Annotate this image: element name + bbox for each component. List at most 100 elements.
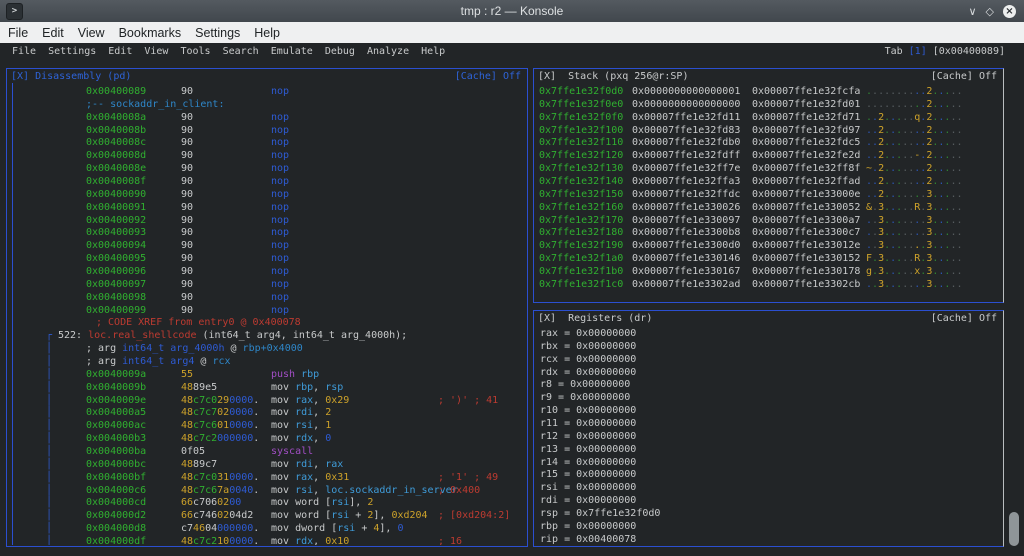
stack-row[interactable]: 0x7ffe1e32f1300x00007ffe1e32ff7e0x00007f… (535, 162, 1002, 175)
register-row[interactable]: rax = 0x00000000 (535, 327, 1002, 340)
menubar-item-settings[interactable]: Settings (195, 26, 240, 40)
stack-row[interactable]: 0x7ffe1e32f1100x00007ffe1e32fdb00x00007f… (535, 136, 1002, 149)
register-row[interactable]: rbx = 0x00000000 (535, 340, 1002, 353)
stack-row[interactable]: 0x7ffe1e32f1700x00007ffe1e3300970x00007f… (535, 214, 1002, 227)
disasm-row[interactable]: 0x0040009190nop (8, 201, 526, 214)
disasm-row[interactable]: 0x0040009790nop (8, 278, 526, 291)
disasm-row[interactable]: 0x0040009290nop (8, 214, 526, 227)
register-row[interactable]: r15 = 0x00000000 (535, 468, 1002, 481)
register-row[interactable]: r13 = 0x00000000 (535, 443, 1002, 456)
disasm-row[interactable]: 0x0040009090nop (8, 188, 526, 201)
disasm-row[interactable]: │0x0040009a55push rbp (8, 368, 526, 381)
disasm-row[interactable]: 0x0040008e90nop (8, 162, 526, 175)
stack-row[interactable]: 0x7ffe1e32f0d00x00000000000000010x00007f… (535, 85, 1002, 98)
disasm-row[interactable]: 0x0040008c90nop (8, 136, 526, 149)
r2-menu-item-help[interactable]: Help (421, 46, 445, 57)
register-row[interactable]: r9 = 0x00000000 (535, 391, 1002, 404)
r2-menu-item-emulate[interactable]: Emulate (271, 46, 313, 57)
stack-row[interactable]: 0x7ffe1e32f1500x00007ffe1e32ffdc0x00007f… (535, 188, 1002, 201)
stack-row[interactable]: 0x7ffe1e32f0f00x00007ffe1e32fd110x00007f… (535, 111, 1002, 124)
register-row[interactable]: rsp = 0x7ffe1e32f0d0 (535, 507, 1002, 520)
panel-close-button[interactable]: [X] (11, 70, 29, 83)
disasm-row[interactable]: 0x0040008f90nop (8, 175, 526, 188)
stack-row[interactable]: 0x7ffe1e32f1900x00007ffe1e3300d00x00007f… (535, 239, 1002, 252)
stack-row[interactable]: 0x7ffe1e32f1800x00007ffe1e3300b80x00007f… (535, 226, 1002, 239)
cache-toggle[interactable]: [Cache] Off (931, 312, 997, 325)
disasm-row[interactable]: 0x0040009990nop (8, 304, 526, 317)
register-row[interactable]: r10 = 0x00000000 (535, 404, 1002, 417)
r2-menu-item-file[interactable]: File (12, 46, 36, 57)
panel-close-button[interactable]: [X] (538, 312, 556, 325)
disasm-row[interactable]: │0x004000ac48c7c6010000.mov rsi, 1 (8, 419, 526, 432)
disasm-row[interactable]: │0x004000c648c7c67a0040.mov rsi, loc.soc… (8, 484, 526, 497)
register-row[interactable]: r8 = 0x00000000 (535, 378, 1002, 391)
disasm-row[interactable]: 0x0040008b90nop (8, 124, 526, 137)
stack-row[interactable]: 0x7ffe1e32f1c00x00007ffe1e3302ad0x00007f… (535, 278, 1002, 291)
register-row[interactable]: r12 = 0x00000000 (535, 430, 1002, 443)
stack-row[interactable]: 0x7ffe1e32f1a00x00007ffe1e3301460x00007f… (535, 252, 1002, 265)
disasm-row[interactable]: │0x004000cd66c7060200mov word [rsi], 2 (8, 496, 526, 509)
disasm-row[interactable]: │0x004000bf48c7c0310000.mov rax, 0x31; '… (8, 471, 526, 484)
minimize-button-icon[interactable]: ∨ (968, 5, 976, 18)
cache-toggle[interactable]: [Cache] Off (455, 70, 521, 83)
registers-panel: [X]Registers (dr) [Cache] Off rax = 0x00… (533, 310, 1004, 547)
stack-row[interactable]: 0x7ffe1e32f1000x00007ffe1e32fd830x00007f… (535, 124, 1002, 137)
disasm-row[interactable]: 0x0040008d90nop (8, 149, 526, 162)
disasm-row[interactable]: 0x0040009590nop (8, 252, 526, 265)
stack-row[interactable]: 0x7ffe1e32f0e00x00000000000000000x00007f… (535, 98, 1002, 111)
maximize-button-icon[interactable]: ◇ (986, 5, 994, 18)
menubar-item-view[interactable]: View (78, 26, 105, 40)
disasm-row[interactable]: 0x0040009490nop (8, 239, 526, 252)
r2-menu-item-settings[interactable]: Settings (48, 46, 96, 57)
disasm-row[interactable]: │0x004000ba0f05syscall (8, 445, 526, 458)
disasm-row[interactable]: │0x0040009e48c7c0290000.mov rax, 0x29; '… (8, 394, 526, 407)
disasm-row[interactable]: │0x004000d266c7460204d2mov word [rsi + 2… (8, 509, 526, 522)
disasm-row[interactable]: ┌522: loc.real_shellcode (int64_t arg4, … (8, 329, 526, 342)
r2-menu-item-analyze[interactable]: Analyze (367, 46, 409, 57)
menubar-item-help[interactable]: Help (254, 26, 280, 40)
close-button-icon[interactable]: × (1003, 5, 1016, 18)
disasm-row[interactable]: ; CODE XREF from entry0 @ 0x400078 (8, 316, 526, 329)
konsole-window: > tmp : r2 — Konsole ∨ ◇ × FileEditViewB… (0, 0, 1024, 556)
r2-menu-item-search[interactable]: Search (223, 46, 259, 57)
disasm-row[interactable]: │0x004000b348c7c2000000.mov rdx, 0 (8, 432, 526, 445)
panel-close-button[interactable]: [X] (538, 70, 556, 83)
register-row[interactable]: rdx = 0x00000000 (535, 366, 1002, 379)
disasm-row[interactable]: │0x004000a548c7c7020000.mov rdi, 2 (8, 406, 526, 419)
seek-address: [0x00400089] (933, 46, 1005, 57)
window-titlebar[interactable]: > tmp : r2 — Konsole ∨ ◇ × (0, 0, 1024, 22)
menubar-item-edit[interactable]: Edit (42, 26, 64, 40)
disasm-row[interactable]: │; arg int64_t arg_4000h @ rbp+0x4000 (8, 342, 526, 355)
register-row[interactable]: rsi = 0x00000000 (535, 481, 1002, 494)
disasm-row[interactable]: 0x0040009690nop (8, 265, 526, 278)
disasm-row[interactable]: 0x0040008990nop (8, 85, 526, 98)
r2-menu-item-view[interactable]: View (144, 46, 168, 57)
disasm-row[interactable]: 0x0040009890nop (8, 291, 526, 304)
stack-row[interactable]: 0x7ffe1e32f1200x00007ffe1e32fdff0x00007f… (535, 149, 1002, 162)
register-row[interactable]: r14 = 0x00000000 (535, 456, 1002, 469)
disasm-row[interactable]: │0x004000bc4889c7mov rdi, rax (8, 458, 526, 471)
r2-menu-item-edit[interactable]: Edit (108, 46, 132, 57)
disasm-row[interactable]: │0x004000d8c74604000000.mov dword [rsi +… (8, 522, 526, 535)
register-row[interactable]: rcx = 0x00000000 (535, 353, 1002, 366)
menubar-item-bookmarks[interactable]: Bookmarks (119, 26, 182, 40)
register-row[interactable]: rbp = 0x00000000 (535, 520, 1002, 533)
tab-number[interactable]: [1] (909, 46, 927, 57)
stack-row[interactable]: 0x7ffe1e32f1600x00007ffe1e3300260x00007f… (535, 201, 1002, 214)
menubar-item-file[interactable]: File (8, 26, 28, 40)
scrollbar-thumb[interactable] (1009, 512, 1019, 546)
register-row[interactable]: rdi = 0x00000000 (535, 494, 1002, 507)
r2-menu-item-tools[interactable]: Tools (180, 46, 210, 57)
stack-row[interactable]: 0x7ffe1e32f1b00x00007ffe1e3301670x00007f… (535, 265, 1002, 278)
cache-toggle[interactable]: [Cache] Off (931, 70, 997, 83)
disasm-row[interactable]: │0x0040009b4889e5mov rbp, rsp (8, 381, 526, 394)
register-row[interactable]: r11 = 0x00000000 (535, 417, 1002, 430)
disasm-row[interactable]: │0x004000df48c7c2100000.mov rdx, 0x10; 1… (8, 535, 526, 545)
disasm-row[interactable]: 0x0040008a90nop (8, 111, 526, 124)
disasm-row[interactable]: ;-- sockaddr_in_client: (8, 98, 526, 111)
r2-menu-item-debug[interactable]: Debug (325, 46, 355, 57)
register-row[interactable]: rip = 0x00400078 (535, 533, 1002, 545)
disasm-row[interactable]: 0x0040009390nop (8, 226, 526, 239)
disasm-row[interactable]: │; arg int64_t arg4 @ rcx (8, 355, 526, 368)
stack-row[interactable]: 0x7ffe1e32f1400x00007ffe1e32ffa30x00007f… (535, 175, 1002, 188)
